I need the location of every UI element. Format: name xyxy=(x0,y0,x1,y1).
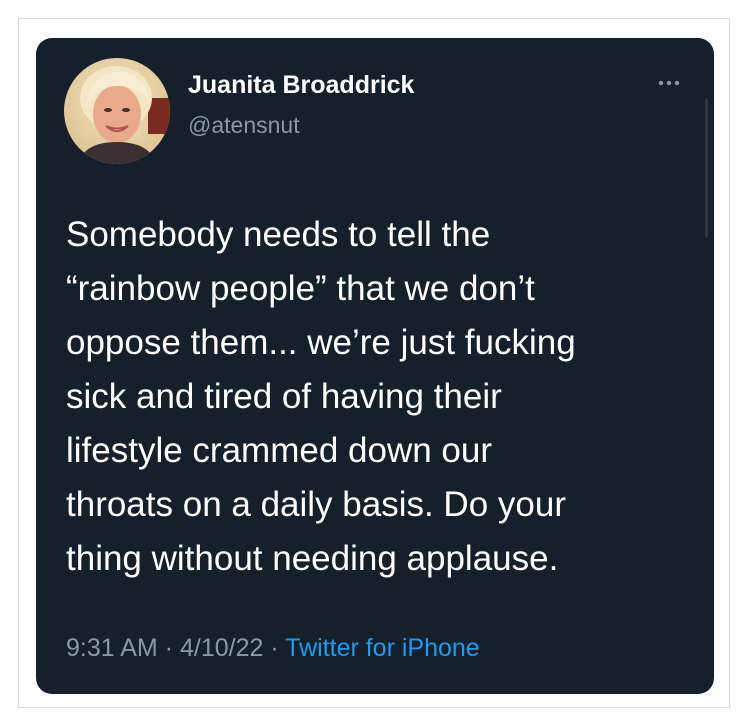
author-handle[interactable]: @atensnut xyxy=(188,112,300,139)
tweet-time[interactable]: 9:31 AM xyxy=(66,634,158,662)
screenshot-frame: Juanita Broaddrick @atensnut Somebody ne… xyxy=(0,0,750,720)
tweet-date[interactable]: 4/10/22 xyxy=(180,634,263,662)
more-options-button[interactable] xyxy=(654,68,684,98)
author-name[interactable]: Juanita Broaddrick xyxy=(188,71,414,100)
tweet-text: Somebody needs to tell the “rainbow peop… xyxy=(66,215,576,578)
tweet-card: Juanita Broaddrick @atensnut Somebody ne… xyxy=(36,38,714,694)
scrollbar-thumb[interactable] xyxy=(705,98,708,238)
tweet-metadata: 9:31 AM · 4/10/22 · Twitter for iPhone xyxy=(66,634,480,663)
avatar-image xyxy=(64,58,170,164)
avatar[interactable] xyxy=(64,58,170,164)
more-horizontal-icon xyxy=(658,80,680,86)
separator-dot: · xyxy=(270,634,279,662)
tweet-source-link[interactable]: Twitter for iPhone xyxy=(285,634,480,662)
separator-dot: · xyxy=(164,634,174,662)
